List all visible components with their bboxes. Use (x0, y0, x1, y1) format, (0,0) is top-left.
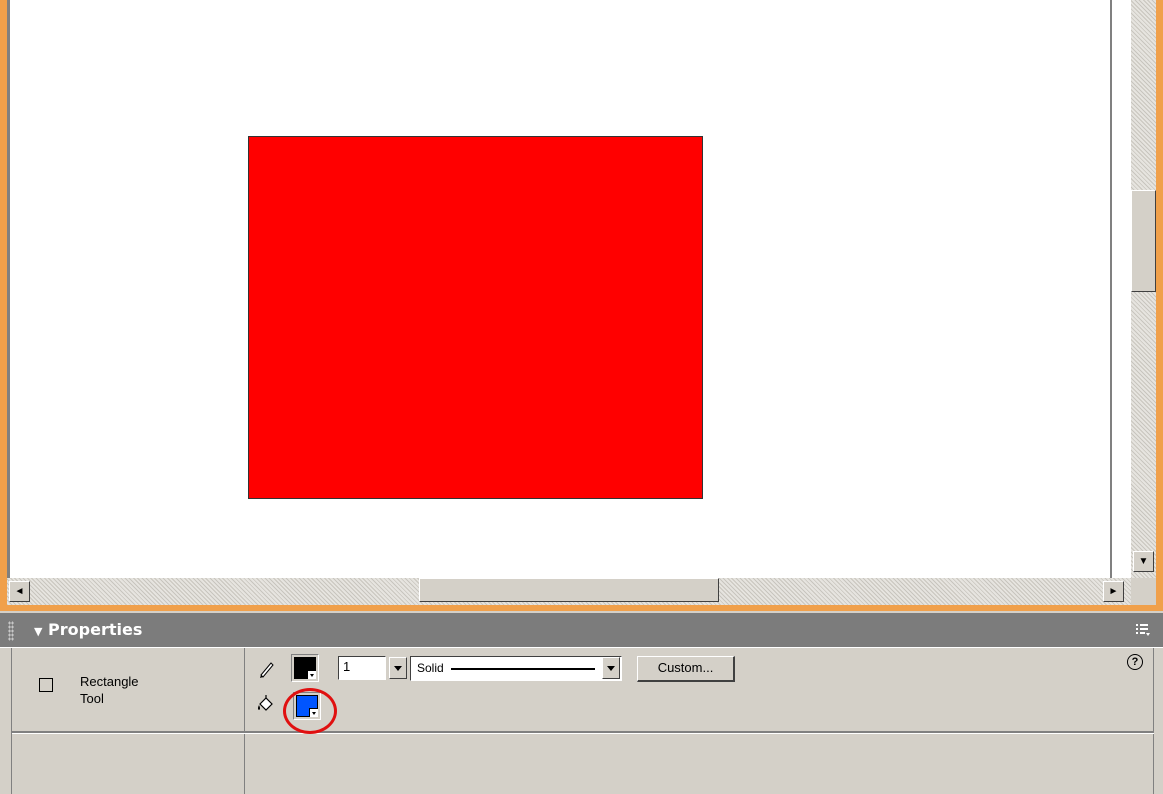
tool-name: Rectangle Tool (80, 673, 139, 707)
stroke-style-dropdown-button[interactable] (602, 657, 620, 679)
properties-panel-body: Rectangle Tool 1 Solid Custom... ? (0, 647, 1163, 794)
stroke-color-swatch[interactable] (291, 654, 319, 682)
horizontal-scrollbar[interactable]: ◄ ► (7, 578, 1131, 605)
panel-options-icon[interactable] (1135, 622, 1151, 638)
stroke-height-dropdown[interactable] (389, 657, 407, 679)
scroll-left-button[interactable]: ◄ (9, 581, 30, 602)
stage-frame: ▼ ◄ ► (0, 0, 1163, 611)
chevron-left-icon: ◄ (14, 585, 25, 597)
help-icon[interactable]: ? (1127, 654, 1143, 670)
divider (244, 648, 245, 794)
paint-bucket-icon (258, 695, 273, 711)
stroke-height-input[interactable]: 1 (338, 656, 386, 680)
red-rectangle-shape[interactable] (248, 136, 703, 499)
panel-title-label: Properties (48, 620, 143, 639)
tool-name-line1: Rectangle (80, 674, 139, 689)
horizontal-scroll-thumb[interactable] (419, 578, 719, 602)
custom-stroke-button[interactable]: Custom... (637, 656, 735, 682)
chevron-right-icon: ► (1108, 585, 1119, 597)
swatch-dropdown-icon (307, 670, 316, 679)
stroke-style-preview (451, 668, 595, 670)
scroll-down-button[interactable]: ▼ (1133, 551, 1154, 572)
scroll-right-button[interactable]: ► (1103, 581, 1124, 602)
chevron-down-icon: ▼ (1138, 555, 1149, 567)
collapse-arrow-icon: ▼ (34, 625, 43, 638)
divider (1153, 648, 1154, 794)
divider (12, 731, 1154, 734)
panel-grip-handle[interactable] (8, 621, 14, 641)
stroke-style-value: Solid (417, 661, 444, 675)
canvas-edge (1110, 0, 1112, 578)
divider (11, 648, 12, 794)
stroke-style-select[interactable]: Solid (410, 656, 622, 681)
rectangle-icon (39, 678, 53, 692)
vertical-scroll-thumb[interactable] (1131, 190, 1156, 292)
panel-title[interactable]: ▼ Properties (34, 620, 142, 639)
properties-panel-header[interactable]: ▼ Properties (0, 613, 1163, 647)
highlight-circle-annotation (283, 688, 337, 734)
tool-name-line2: Tool (80, 691, 104, 706)
stage-area: ▼ ◄ ► (7, 0, 1156, 605)
vertical-scrollbar[interactable]: ▼ (1131, 0, 1156, 578)
pencil-icon (260, 662, 274, 678)
stage-canvas[interactable] (7, 0, 1137, 578)
